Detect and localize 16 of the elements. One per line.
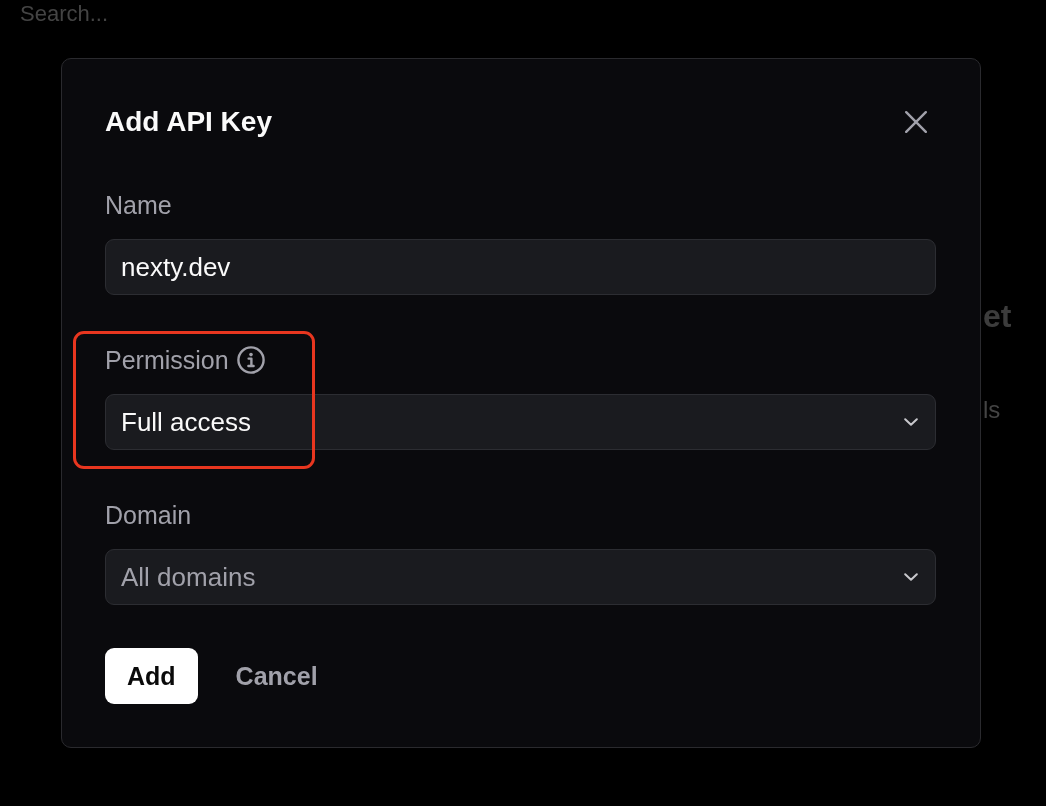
field-label: Domain — [105, 500, 192, 531]
chevron-down-icon — [904, 573, 918, 581]
close-icon — [905, 111, 927, 133]
search-field[interactable]: Search... — [20, 1, 112, 27]
primary-button[interactable]: Add — [105, 648, 198, 704]
select-field[interactable]: All domains — [105, 549, 936, 605]
info-icon[interactable] — [236, 346, 265, 374]
select-field[interactable]: Full access — [105, 394, 936, 450]
chevron-down-icon — [904, 418, 918, 426]
heading-fragment: et — [983, 297, 1012, 336]
field-label: Name — [105, 190, 172, 221]
input-field[interactable]: nexty.dev — [105, 239, 936, 295]
field-label: Permission — [105, 345, 229, 376]
text-fragment: ls — [983, 395, 1001, 425]
text-button[interactable]: Cancel — [223, 648, 330, 704]
dialog-title: Add API Key — [105, 105, 272, 139]
